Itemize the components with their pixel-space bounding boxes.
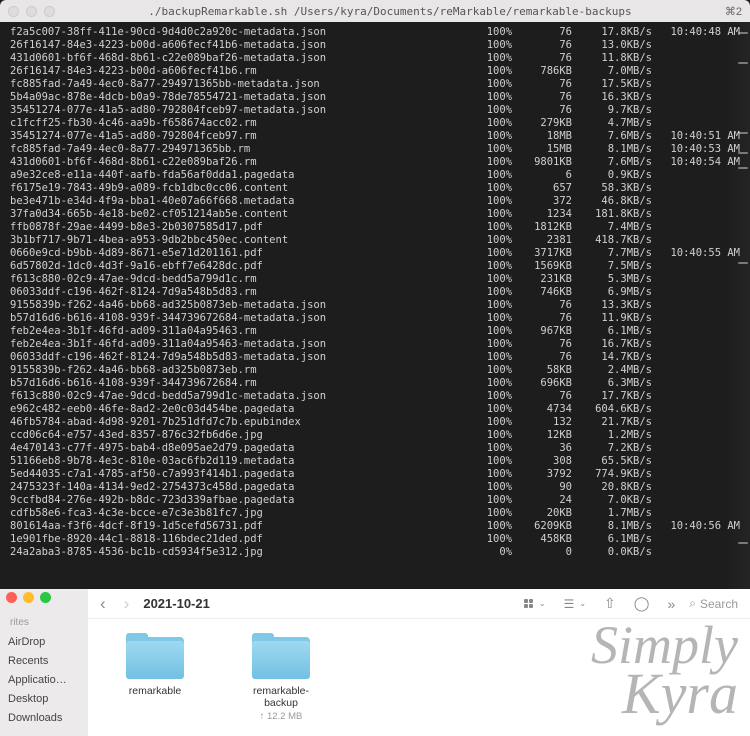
finder-content[interactable]: remarkable remarkable-backup ↑ 12.2 MB bbox=[88, 619, 750, 736]
terminal-row: 5b4a09ac-878e-4dcb-b0a9-78de78554721-met… bbox=[10, 91, 740, 104]
sidebar-item[interactable]: Recents bbox=[0, 651, 88, 670]
maximize-icon[interactable] bbox=[44, 6, 55, 17]
terminal-row: feb2e4ea-3b1f-46fd-ad09-311a04a95463.rm1… bbox=[10, 325, 740, 338]
terminal-row: f613c880-02c9-47ae-9dcd-bedd5a799d1c.rm1… bbox=[10, 273, 740, 286]
terminal-row: 26f16147-84e3-4223-b00d-a606fecf41b6-met… bbox=[10, 39, 740, 52]
terminal-row: a9e32ce8-e11a-440f-aafb-fda56af0dda1.pag… bbox=[10, 169, 740, 182]
terminal-row: e962c482-eeb0-46fe-8ad2-2e0c03d454be.pag… bbox=[10, 403, 740, 416]
finder-sidebar: rites AirDropRecentsApplicatio…DesktopDo… bbox=[0, 589, 88, 736]
sidebar-item[interactable]: Applicatio… bbox=[0, 670, 88, 689]
terminal-row: 6d57802d-1dc0-4d3f-9a16-ebff7e6428dc.pdf… bbox=[10, 260, 740, 273]
folder-label: remarkable-backup bbox=[238, 685, 324, 709]
terminal-row: 06033ddf-c196-462f-8124-7d9a548b5d83-met… bbox=[10, 351, 740, 364]
terminal-row: ccd06c64-e757-43ed-8357-876c32fb6d6e.jpg… bbox=[10, 429, 740, 442]
terminal-row: fc885fad-7a49-4ec0-8a77-294971365bb-meta… bbox=[10, 78, 740, 91]
terminal-row: cdfb58e6-fca3-4c3e-bcce-e7c3e3b81fc7.jpg… bbox=[10, 507, 740, 520]
terminal-row: 35451274-077e-41a5-ad80-792804fceb97.rm1… bbox=[10, 130, 740, 143]
terminal-row: b57d16d6-b616-4108-939f-344739672684.rm1… bbox=[10, 377, 740, 390]
minimize-icon[interactable] bbox=[26, 6, 37, 17]
finder-main: ‹ › 2021-10-21 ⌄ ☰ ⌄ ⇧ ◯ » ⌕ Searc bbox=[88, 589, 750, 736]
terminal-row: 9155839b-f262-4a46-bb68-ad325b0873eb-met… bbox=[10, 299, 740, 312]
terminal-row: ffb0878f-29ae-4499-b8e3-2b0307585d17.pdf… bbox=[10, 221, 740, 234]
terminal-row: 9155839b-f262-4a46-bb68-ad325b0873eb.rm1… bbox=[10, 364, 740, 377]
terminal-row: 4e470143-c77f-4975-bab4-d8e095ae2d79.pag… bbox=[10, 442, 740, 455]
terminal-row: 9ccfbd84-276e-492b-b8dc-723d339afbae.pag… bbox=[10, 494, 740, 507]
sidebar-item[interactable]: Desktop bbox=[0, 689, 88, 708]
window-controls bbox=[8, 6, 55, 17]
terminal-row: f613c880-02c9-47ae-9dcd-bedd5a799d1c-met… bbox=[10, 390, 740, 403]
forward-button[interactable]: › bbox=[124, 594, 130, 614]
terminal-row: 431d0601-bf6f-468d-8b61-c22e089baf26.rm1… bbox=[10, 156, 740, 169]
finder-window: rites AirDropRecentsApplicatio…DesktopDo… bbox=[0, 589, 750, 736]
sidebar-item[interactable]: Downloads bbox=[0, 708, 88, 727]
terminal-row: f6175e19-7843-49b9-a089-fcb1dbc0cc06.con… bbox=[10, 182, 740, 195]
share-icon[interactable]: ⇧ bbox=[604, 595, 616, 612]
terminal-row: 801614aa-f3f6-4dcf-8f19-1d5cefd56731.pdf… bbox=[10, 520, 740, 533]
folder-label: remarkable bbox=[129, 685, 182, 697]
folder-icon bbox=[252, 633, 310, 679]
terminal-row: b57d16d6-b616-4108-939f-344739672684-met… bbox=[10, 312, 740, 325]
terminal-row: f2a5c007-38ff-411e-90cd-9d4d0c2a920c-met… bbox=[10, 26, 740, 39]
terminal-row: fc885fad-7a49-4ec0-8a77-294971365bb.rm10… bbox=[10, 143, 740, 156]
folder-sublabel: ↑ 12.2 MB bbox=[260, 711, 303, 722]
more-icon[interactable]: » bbox=[667, 596, 675, 612]
minimize-icon[interactable] bbox=[23, 592, 34, 603]
sidebar-item[interactable]: AirDrop bbox=[0, 632, 88, 651]
terminal-row: 06033ddf-c196-462f-8124-7d9a548b5d83.rm1… bbox=[10, 286, 740, 299]
close-icon[interactable] bbox=[8, 6, 19, 17]
terminal-row: be3e471b-e34d-4f9a-bba1-40e07a66f668.met… bbox=[10, 195, 740, 208]
close-icon[interactable] bbox=[6, 592, 17, 603]
terminal-row: 37fa0d34-665b-4e18-be02-cf051214ab5e.con… bbox=[10, 208, 740, 221]
terminal-title: ./backupRemarkable.sh /Users/kyra/Docume… bbox=[55, 5, 725, 18]
terminal-row: feb2e4ea-3b1f-46fd-ad09-311a04a95463-met… bbox=[10, 338, 740, 351]
terminal-output[interactable]: f2a5c007-38ff-411e-90cd-9d4d0c2a920c-met… bbox=[0, 22, 750, 563]
terminal-titlebar[interactable]: ./backupRemarkable.sh /Users/kyra/Docume… bbox=[0, 0, 750, 22]
terminal-row: 35451274-077e-41a5-ad80-792804fceb97-met… bbox=[10, 104, 740, 117]
terminal-row: 5ed44035-c7a1-4785-af50-c7a993f414b1.pag… bbox=[10, 468, 740, 481]
folder-item[interactable]: remarkable-backup ↑ 12.2 MB bbox=[238, 633, 324, 722]
maximize-icon[interactable] bbox=[40, 592, 51, 603]
finder-toolbar: ‹ › 2021-10-21 ⌄ ☰ ⌄ ⇧ ◯ » ⌕ Searc bbox=[88, 589, 750, 619]
terminal-row: 2475323f-140a-4134-9ed2-2754373c458d.pag… bbox=[10, 481, 740, 494]
nav-buttons: ‹ › bbox=[100, 594, 129, 614]
folder-item[interactable]: remarkable bbox=[112, 633, 198, 697]
search-input[interactable]: ⌕ Search bbox=[689, 596, 738, 611]
search-icon: ⌕ bbox=[689, 596, 696, 611]
scrollbar[interactable] bbox=[724, 22, 750, 589]
tag-icon[interactable]: ◯ bbox=[634, 595, 650, 612]
folder-icon bbox=[126, 633, 184, 679]
back-button[interactable]: ‹ bbox=[100, 594, 106, 614]
terminal-row: c1fcff25-fb30-4c46-aa9b-f658674acc02.rm1… bbox=[10, 117, 740, 130]
terminal-row: 1e901fbe-8920-44c1-8818-116bdec21ded.pdf… bbox=[10, 533, 740, 546]
terminal-shortcut: ⌘2 bbox=[725, 5, 742, 18]
terminal-window: ./backupRemarkable.sh /Users/kyra/Docume… bbox=[0, 0, 750, 589]
window-controls bbox=[6, 592, 51, 603]
terminal-row: 51166eb8-9b78-4e3c-810e-03ac6fb2d119.met… bbox=[10, 455, 740, 468]
terminal-row: 24a2aba3-8785-4536-bc1b-cd5934f5e312.jpg… bbox=[10, 546, 740, 559]
terminal-row: 3b1bf717-9b71-4bea-a953-9db2bbc450ec.con… bbox=[10, 234, 740, 247]
group-by-button[interactable]: ☰ ⌄ bbox=[564, 597, 586, 611]
terminal-row: 46fb5784-abad-4d98-9201-7b251dfd7c7b.epu… bbox=[10, 416, 740, 429]
view-mode-icon-grid[interactable]: ⌄ bbox=[524, 599, 546, 608]
sidebar-group-label: rites bbox=[0, 615, 88, 632]
terminal-row: 26f16147-84e3-4223-b00d-a606fecf41b6.rm1… bbox=[10, 65, 740, 78]
terminal-row: 0660e9cd-b9bb-4d89-8671-e5e71d201161.pdf… bbox=[10, 247, 740, 260]
breadcrumb: 2021-10-21 bbox=[143, 596, 210, 611]
terminal-row: 431d0601-bf6f-468d-8b61-c22e089baf26-met… bbox=[10, 52, 740, 65]
